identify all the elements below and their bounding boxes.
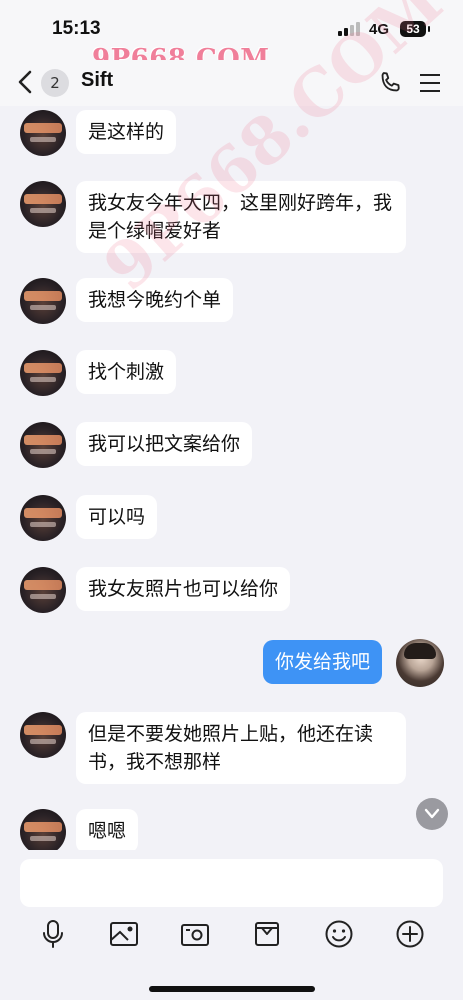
phone-icon[interactable]	[376, 69, 404, 97]
unread-count-badge[interactable]: 2	[41, 69, 69, 97]
network-type: 4G	[369, 21, 390, 38]
contact-avatar[interactable]	[20, 350, 66, 396]
message-input[interactable]	[20, 859, 443, 907]
incoming-message-bubble[interactable]: 可以吗	[76, 495, 158, 539]
contact-avatar[interactable]	[20, 181, 66, 227]
back-chevron-icon[interactable]	[14, 67, 38, 97]
contact-avatar[interactable]	[20, 110, 66, 156]
incoming-message-bubble[interactable]: 我女友今年大四，这里刚好跨年，我是个绿帽爱好者	[76, 181, 406, 253]
scroll-to-bottom-button[interactable]	[416, 798, 448, 830]
composer-bar	[0, 850, 463, 1000]
home-indicator	[149, 986, 315, 992]
my-avatar[interactable]	[396, 639, 444, 687]
incoming-message-bubble[interactable]: 找个刺激	[76, 350, 177, 394]
battery-icon: 53	[400, 21, 430, 37]
contact-avatar[interactable]	[20, 422, 66, 468]
contact-avatar[interactable]	[20, 712, 66, 758]
gift-icon[interactable]	[251, 918, 283, 950]
incoming-message-bubble[interactable]: 我想今晚约个单	[76, 278, 234, 322]
incoming-message-bubble[interactable]: 我可以把文案给你	[76, 422, 253, 466]
status-time: 15:13	[52, 18, 101, 39]
emoji-icon[interactable]	[323, 918, 355, 950]
incoming-message-bubble[interactable]: 但是不要发她照片上贴，他还在读书，我不想那样	[76, 712, 406, 784]
incoming-message-bubble[interactable]: 我女友照片也可以给你	[76, 567, 291, 611]
microphone-icon[interactable]	[37, 918, 69, 950]
menu-icon[interactable]	[418, 72, 442, 94]
contact-avatar[interactable]	[20, 495, 66, 541]
image-icon[interactable]	[108, 918, 140, 950]
contact-avatar[interactable]	[20, 278, 66, 324]
outgoing-message-bubble[interactable]: 你发给我吧	[263, 640, 383, 684]
signal-icon	[338, 22, 362, 36]
chevron-down-icon	[424, 808, 440, 819]
plus-icon[interactable]	[394, 918, 426, 950]
message-list[interactable]: 是这样的 我女友今年大四，这里刚好跨年，我是个绿帽爱好者 我想今晚约个单 找个刺…	[0, 106, 463, 850]
contact-avatar[interactable]	[20, 809, 66, 850]
chat-header: 2 Sift	[0, 60, 463, 106]
camera-icon[interactable]	[179, 918, 211, 950]
incoming-message-bubble[interactable]: 是这样的	[76, 110, 177, 154]
chat-title: Sift	[81, 69, 114, 91]
incoming-message-bubble[interactable]: 嗯嗯	[76, 809, 139, 850]
contact-avatar[interactable]	[20, 567, 66, 613]
